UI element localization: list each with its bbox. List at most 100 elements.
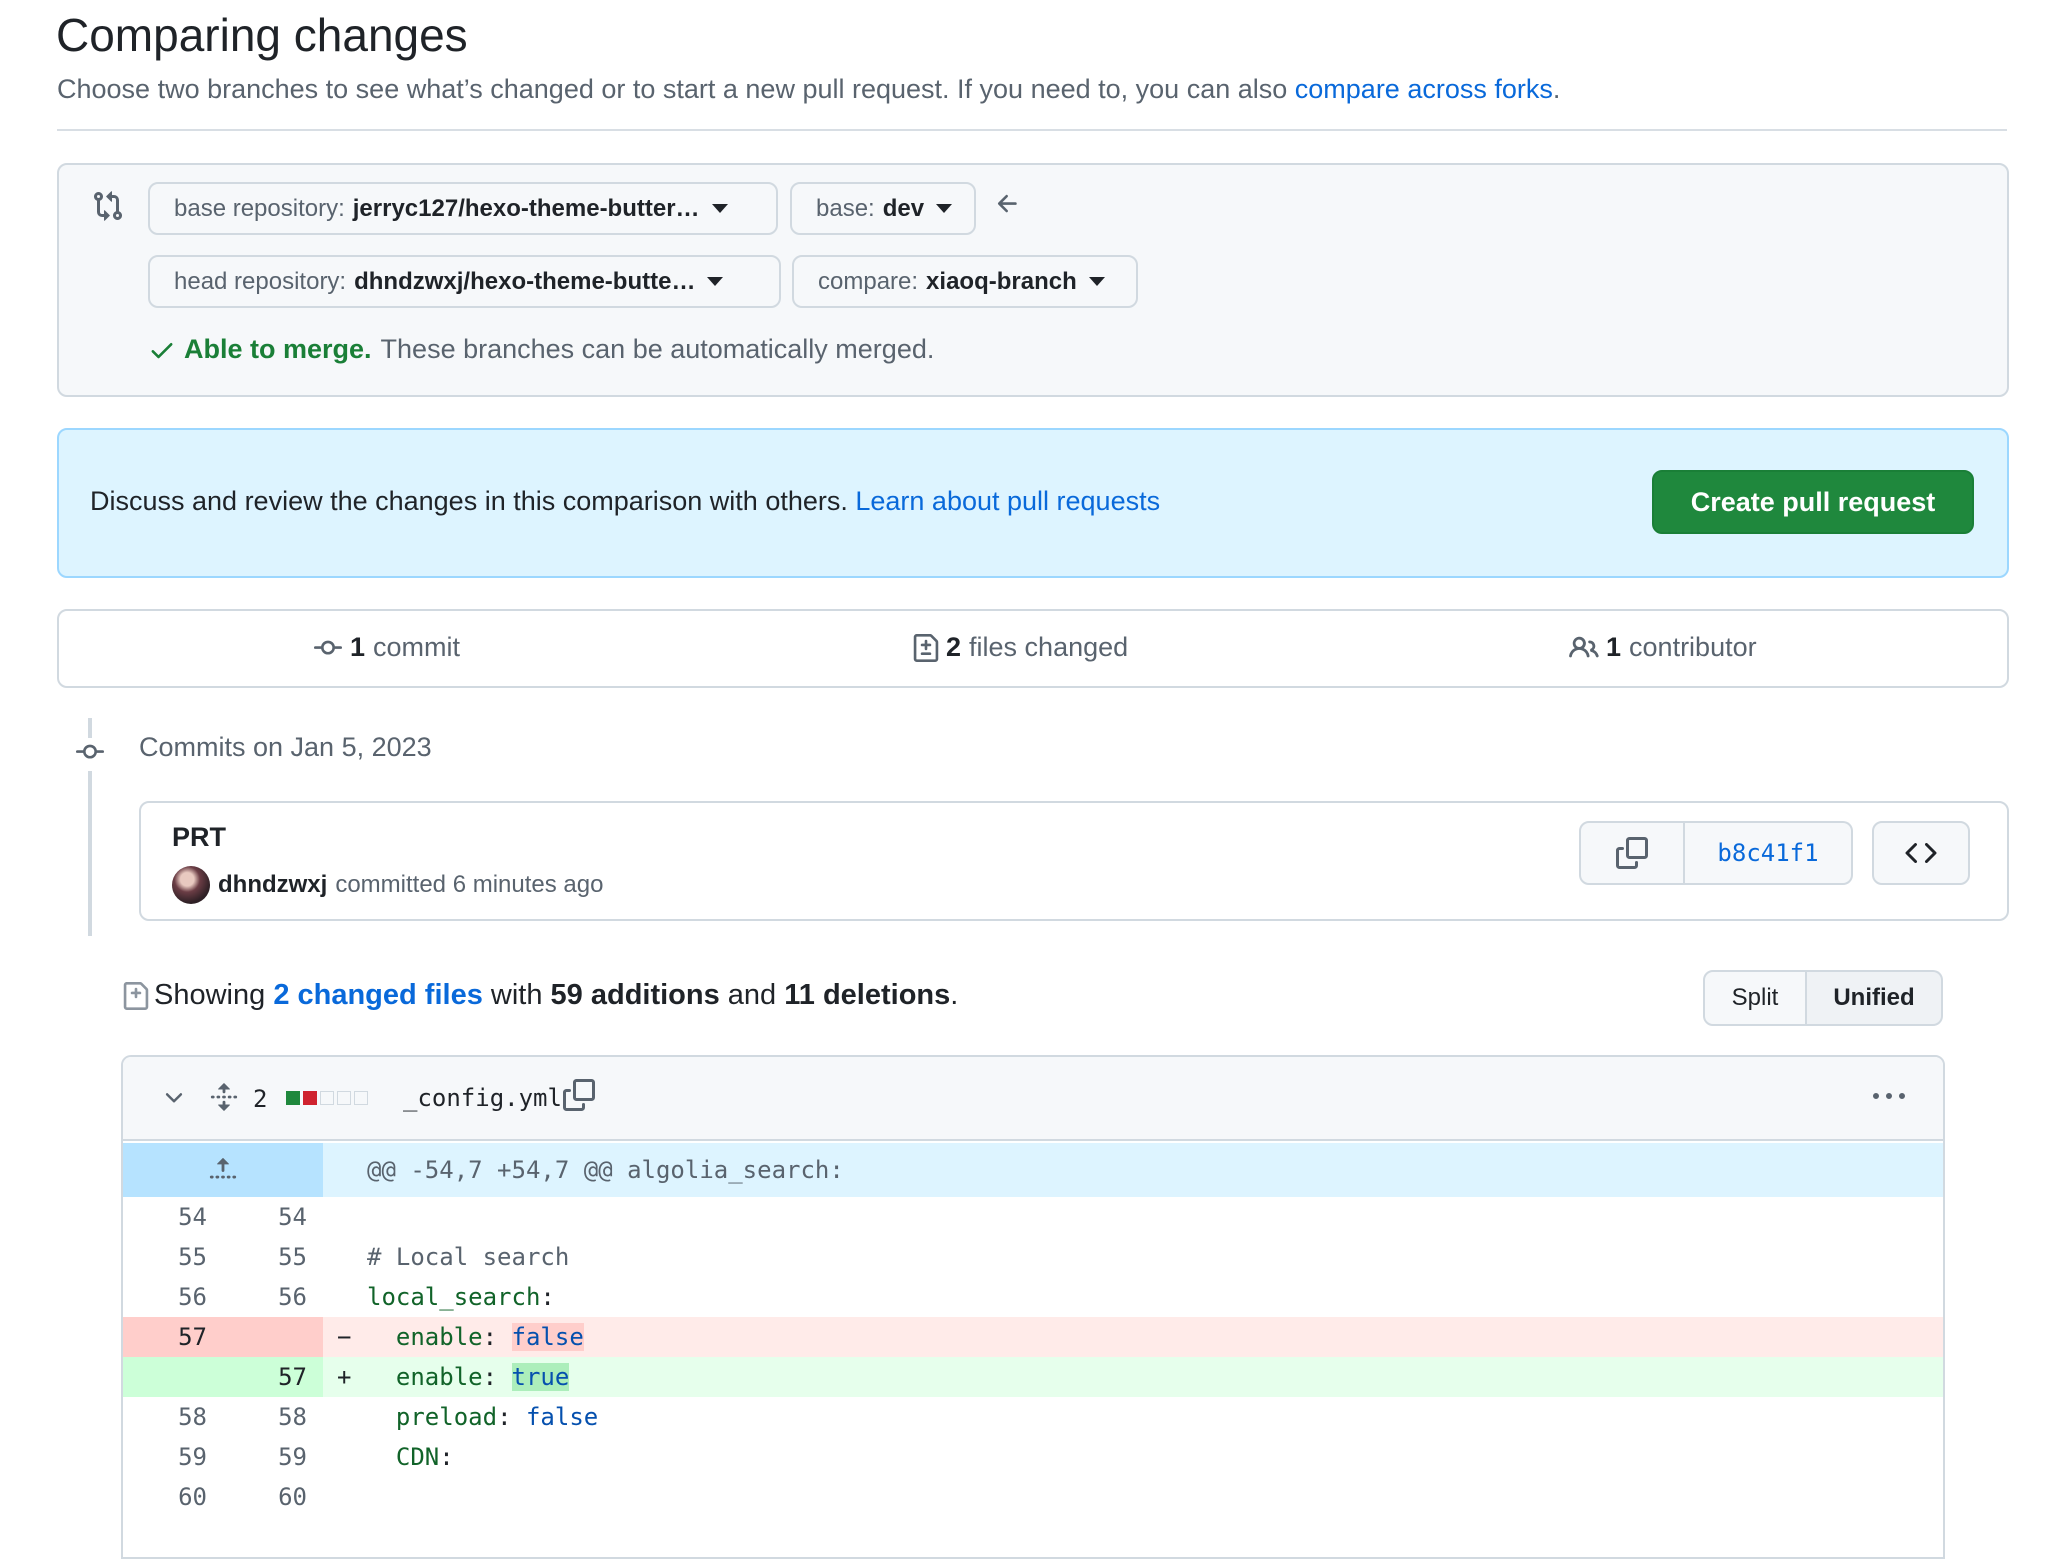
diff-line-del: 57 − enable: false — [123, 1317, 1943, 1357]
showing-text: Showing — [154, 979, 266, 1011]
avatar[interactable] — [172, 866, 210, 904]
diffstat-bar — [286, 1091, 371, 1105]
subtitle-end: . — [1552, 74, 1561, 104]
code-line: CDN: — [395, 1443, 454, 1471]
page-title: Comparing changes — [56, 9, 468, 61]
expand-up-button[interactable] — [123, 1143, 323, 1197]
code-line: enable: false — [395, 1323, 584, 1351]
summary-files-changed[interactable]: 2 files changed — [912, 632, 1128, 663]
git-compare-icon — [92, 190, 124, 227]
git-commit-icon — [72, 738, 108, 771]
commit-sha-link[interactable]: b8c41f1 — [1685, 821, 1853, 885]
arrow-left-icon[interactable] — [994, 190, 1022, 223]
new-line-number[interactable]: 55 — [223, 1237, 307, 1277]
commit-author-link[interactable]: dhndzwxj — [218, 871, 327, 899]
base-branch-value: dev — [882, 194, 925, 222]
changed-files-link[interactable]: 2 changed files — [273, 979, 483, 1012]
base-repository-value: jerryc127/hexo-theme-butter… — [352, 194, 700, 222]
diff-line-ctx: 58 58 preload: false — [123, 1397, 1943, 1437]
code-icon — [1905, 837, 1937, 869]
head-repository-value: dhndzwxj/hexo-theme-butte… — [354, 267, 696, 295]
hunk-header-row: @@ -54,7 +54,7 @@ algolia_search: — [123, 1143, 1943, 1197]
learn-about-pull-requests-link[interactable]: Learn about pull requests — [855, 486, 1160, 516]
compare-across-forks-link[interactable]: compare across forks — [1295, 74, 1553, 104]
caret-down-icon — [1088, 277, 1105, 286]
base-repository-label: base repository: — [174, 194, 345, 222]
kebab-menu-icon[interactable] — [1871, 1081, 1907, 1118]
file-changes-count: 2 — [253, 1085, 268, 1113]
diff-summary: Showing 2 changed files with 59 addition… — [122, 979, 958, 1012]
commits-label: commit — [373, 632, 461, 662]
files-label: files changed — [969, 632, 1129, 662]
old-line-number[interactable]: 57 — [123, 1317, 207, 1357]
old-line-number[interactable]: 56 — [123, 1277, 207, 1317]
with-text: with — [490, 979, 543, 1011]
compare-branch-select[interactable]: compare: xiaoq-branch — [792, 255, 1138, 308]
create-pull-request-button[interactable]: Create pull request — [1652, 470, 1974, 534]
file-header: 2 _config.yml — [123, 1057, 1943, 1141]
compare-branch-label: compare: — [818, 267, 919, 295]
new-line-number[interactable]: 60 — [223, 1477, 307, 1517]
caret-down-icon — [711, 204, 728, 213]
old-line-number[interactable]: 60 — [123, 1477, 207, 1517]
commit-sha-group: b8c41f1 — [1579, 821, 1853, 885]
diff-line-ctx: 59 59 CDN: — [123, 1437, 1943, 1477]
new-line-number[interactable]: 56 — [223, 1277, 307, 1317]
old-line-number[interactable]: 54 — [123, 1197, 207, 1237]
divider — [57, 129, 2007, 131]
merge-status: Able to merge. These branches can be aut… — [148, 334, 934, 365]
split-view-button[interactable]: Split — [1703, 970, 1807, 1026]
head-repository-label: head repository: — [174, 267, 347, 295]
git-commit-icon — [312, 634, 344, 662]
expand-all-icon[interactable] — [209, 1081, 239, 1118]
base-branch-select[interactable]: base: dev — [790, 182, 976, 235]
code-line: enable: true — [395, 1363, 570, 1391]
base-branch-label: base: — [816, 194, 875, 222]
files-count: 2 — [946, 632, 962, 662]
file-name-link[interactable]: _config.yml — [403, 1084, 562, 1112]
head-repository-select[interactable]: head repository: dhndzwxj/hexo-theme-but… — [148, 255, 781, 308]
compare-branch-value: xiaoq-branch — [926, 267, 1077, 295]
base-repository-select[interactable]: base repository: jerryc127/hexo-theme-bu… — [148, 182, 778, 235]
new-line-number[interactable]: 58 — [223, 1397, 307, 1437]
diff-line-ctx: 55 55 # Local search — [123, 1237, 1943, 1277]
people-icon — [1568, 633, 1600, 663]
new-line-number[interactable] — [223, 1317, 307, 1357]
copy-icon[interactable] — [563, 1079, 595, 1116]
copy-icon — [1616, 837, 1648, 869]
commit-meta-text: committed 6 minutes ago — [335, 871, 604, 898]
old-line-number[interactable] — [123, 1357, 207, 1397]
summary-commits[interactable]: 1 commit — [312, 632, 460, 663]
file-diff-icon — [912, 633, 940, 663]
page-subtitle: Choose two branches to see what’s change… — [57, 74, 1560, 105]
diff-line-ctx: 54 54 — [123, 1197, 1943, 1237]
old-line-number[interactable]: 55 — [123, 1237, 207, 1277]
diff-line-ctx: 56 56 local_search: — [123, 1277, 1943, 1317]
old-line-number[interactable]: 58 — [123, 1397, 207, 1437]
browse-code-button[interactable] — [1872, 821, 1970, 885]
merge-ok-text: Able to merge. — [184, 334, 372, 364]
new-line-number[interactable]: 57 — [223, 1357, 307, 1397]
copy-sha-button[interactable] — [1579, 821, 1685, 885]
new-line-number[interactable]: 54 — [223, 1197, 307, 1237]
file-diff: 2 _config.yml @@ -54,7 +54,7 @@ algolia_… — [121, 1055, 1945, 1559]
fold-up-icon — [208, 1155, 238, 1185]
code-line: preload: false — [395, 1403, 599, 1431]
additions-count: 59 additions — [550, 979, 720, 1011]
summary-contributors[interactable]: 1 contributor — [1568, 632, 1757, 663]
flash-message: Discuss and review the changes in this c… — [90, 486, 1160, 517]
unified-view-button[interactable]: Unified — [1807, 970, 1943, 1026]
commits-count: 1 — [350, 632, 366, 662]
old-line-number[interactable]: 59 — [123, 1437, 207, 1477]
caret-down-icon — [707, 277, 724, 286]
and-text: and — [727, 979, 777, 1011]
commit-title-link[interactable]: PRT — [172, 822, 226, 853]
file-diff-icon — [122, 980, 150, 1012]
diff-view-toggle: Split Unified — [1703, 970, 1943, 1026]
chevron-down-icon[interactable] — [161, 1085, 187, 1116]
code-line: # Local search — [367, 1243, 570, 1271]
contributors-label: contributor — [1629, 632, 1757, 662]
commits-date-heading: Commits on Jan 5, 2023 — [139, 732, 432, 762]
check-icon — [148, 336, 176, 364]
new-line-number[interactable]: 59 — [223, 1437, 307, 1477]
